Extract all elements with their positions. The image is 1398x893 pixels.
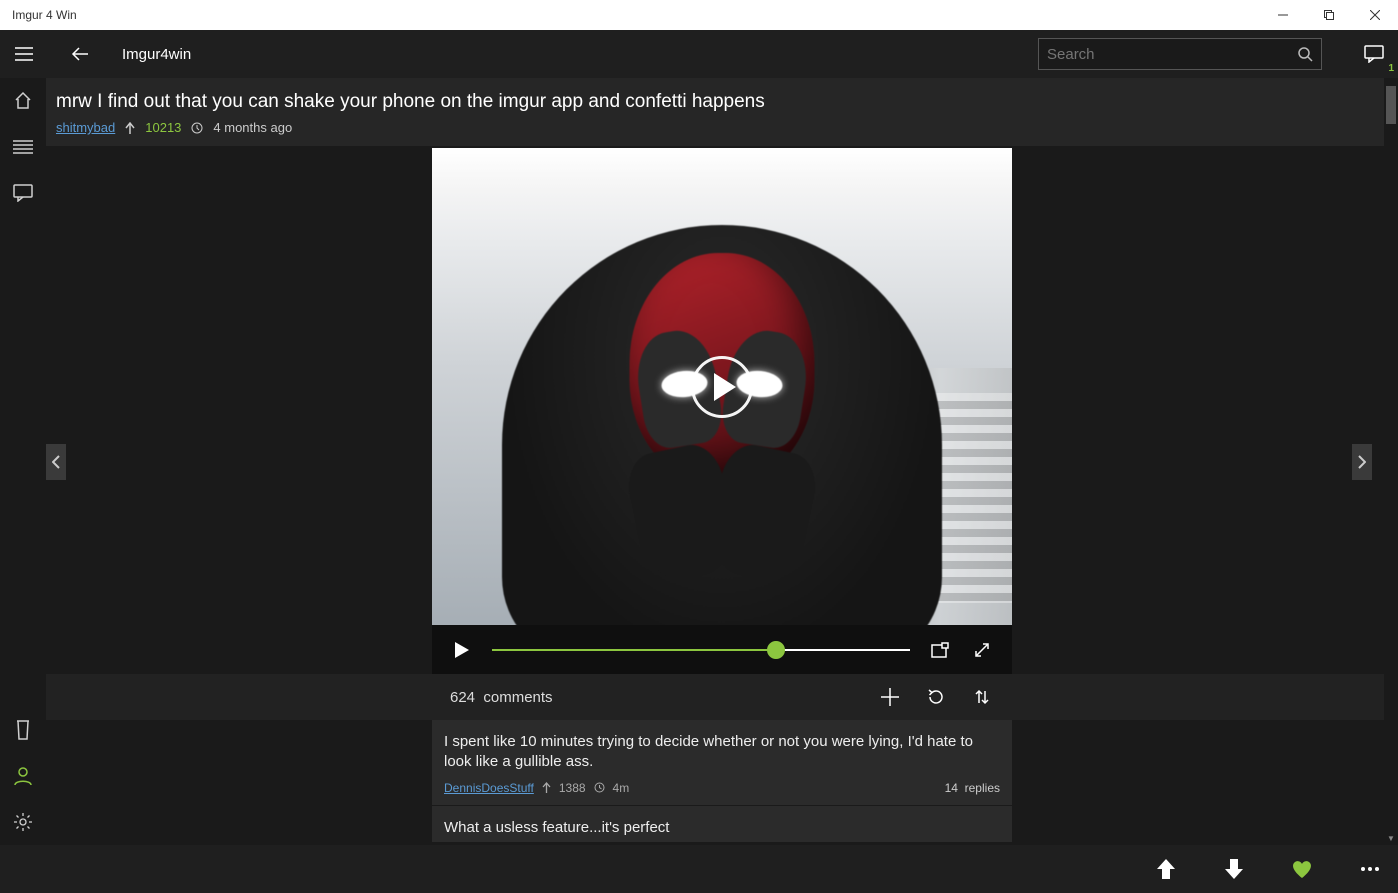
post-age: 4 months ago	[213, 120, 292, 135]
plus-icon	[881, 688, 899, 706]
down-arrow-icon	[1225, 859, 1243, 879]
seek-knob[interactable]	[767, 641, 785, 659]
refresh-comments-button[interactable]	[924, 685, 948, 709]
replies-count: 14	[945, 781, 958, 795]
chat-icon	[13, 184, 33, 202]
comments-word: comments	[483, 689, 552, 706]
video-fullscreen-button[interactable]	[970, 638, 994, 662]
post-meta: shitmybad 10213 4 months ago	[56, 120, 1388, 135]
comment-meta: DennisDoesStuff 1388 4m	[444, 781, 1000, 795]
sort-comments-button[interactable]	[970, 685, 994, 709]
window-title: Imgur 4 Win	[0, 8, 77, 22]
window-close-button[interactable]	[1352, 0, 1398, 30]
video-controls	[432, 625, 1012, 674]
chevron-right-icon	[1358, 455, 1366, 469]
home-icon	[13, 91, 33, 111]
refresh-icon	[927, 688, 945, 706]
play-button[interactable]	[691, 356, 753, 418]
sidebar-profile[interactable]	[0, 753, 46, 799]
chevron-left-icon	[52, 455, 60, 469]
video-pip-button[interactable]	[928, 638, 952, 662]
upvote-arrow-icon	[125, 122, 135, 134]
window-maximize-button[interactable]	[1306, 0, 1352, 30]
content-area: mrw I find out that you can shake your p…	[46, 78, 1398, 845]
clock-icon	[594, 782, 605, 793]
back-button[interactable]	[56, 30, 104, 78]
comment-text: What a usless feature...it's perfect	[444, 818, 1000, 838]
post-author-link[interactable]: shitmybad	[56, 120, 115, 135]
sidebar-gallery[interactable]	[0, 124, 46, 170]
media-card	[432, 148, 1012, 674]
window-minimize-button[interactable]	[1260, 0, 1306, 30]
comment-item[interactable]: What a usless feature...it's perfect	[432, 806, 1012, 843]
chat-icon	[1364, 45, 1384, 63]
video-seekbar[interactable]	[492, 638, 910, 662]
pip-icon	[931, 642, 949, 658]
comment-age: 4m	[613, 781, 630, 795]
comment-replies[interactable]: 14 replies	[945, 781, 1000, 795]
post-title: mrw I find out that you can shake your p…	[56, 91, 1388, 113]
list-icon	[13, 140, 33, 154]
hamburger-button[interactable]	[0, 30, 48, 78]
replies-label: replies	[965, 781, 1000, 795]
play-icon	[455, 642, 469, 658]
dots-icon	[1360, 866, 1380, 872]
messages-badge: 1	[1388, 63, 1394, 74]
messages-button[interactable]: 1	[1350, 30, 1398, 78]
media-wrap	[46, 146, 1398, 674]
scrollbar-thumb[interactable]	[1386, 86, 1396, 124]
search-box[interactable]	[1038, 38, 1322, 70]
sidebar-bottom-group	[0, 707, 46, 845]
post-points: 10213	[145, 120, 181, 135]
search-input[interactable]	[1047, 46, 1297, 63]
cup-icon	[15, 720, 31, 740]
heart-icon	[1291, 859, 1313, 879]
gear-icon	[13, 812, 33, 832]
comments-count: 624	[450, 689, 475, 706]
comment-author-link[interactable]: DennisDoesStuff	[444, 781, 534, 795]
clock-icon	[191, 122, 203, 134]
play-icon	[714, 373, 736, 401]
sort-icon	[973, 688, 991, 706]
add-comment-button[interactable]	[878, 685, 902, 709]
search-icon[interactable]	[1297, 46, 1313, 62]
comment-points: 1388	[559, 781, 586, 795]
downvote-button[interactable]	[1218, 853, 1250, 885]
sidebar	[0, 78, 46, 845]
bottom-action-bar	[0, 845, 1398, 893]
sidebar-settings[interactable]	[0, 799, 46, 845]
seek-progress	[492, 649, 776, 651]
user-icon	[13, 766, 33, 786]
next-post-button[interactable]	[1352, 444, 1372, 480]
comments-count-label: 624 comments	[450, 689, 553, 706]
upvote-arrow-icon	[542, 782, 551, 793]
upvote-button[interactable]	[1150, 853, 1182, 885]
comment-item[interactable]: I spent like 10 minutes trying to decide…	[432, 720, 1012, 806]
prev-post-button[interactable]	[46, 444, 66, 480]
sidebar-home[interactable]	[0, 78, 46, 124]
app-title: Imgur4win	[122, 46, 191, 63]
vertical-scrollbar[interactable]: ▼	[1384, 78, 1398, 845]
comment-text: I spent like 10 minutes trying to decide…	[444, 732, 1000, 773]
more-button[interactable]	[1354, 853, 1386, 885]
video-subject-illustration	[502, 225, 942, 625]
window-titlebar: Imgur 4 Win	[0, 0, 1398, 30]
sidebar-top-group	[0, 78, 46, 216]
app-header: Imgur4win 1	[0, 30, 1398, 78]
expand-icon	[973, 641, 991, 659]
sidebar-cup[interactable]	[0, 707, 46, 753]
post-header: mrw I find out that you can shake your p…	[46, 78, 1398, 146]
comments-bar: 624 comments	[46, 674, 1398, 720]
video-frame[interactable]	[432, 148, 1012, 625]
comments-actions	[878, 685, 994, 709]
video-play-button[interactable]	[450, 638, 474, 662]
window-controls	[1260, 0, 1398, 30]
scrollbar-down-arrow[interactable]: ▼	[1384, 831, 1398, 845]
favorite-button[interactable]	[1286, 853, 1318, 885]
up-arrow-icon	[1157, 859, 1175, 879]
sidebar-messages[interactable]	[0, 170, 46, 216]
comment-list: I spent like 10 minutes trying to decide…	[46, 720, 1398, 843]
